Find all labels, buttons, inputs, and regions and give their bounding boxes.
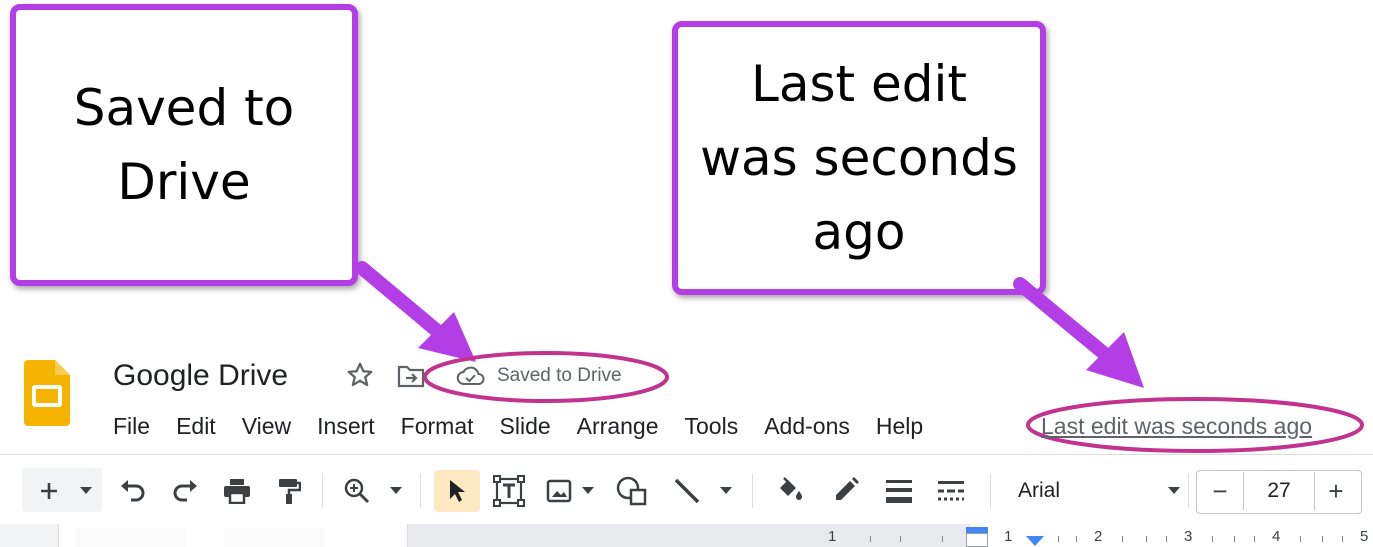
menu-help[interactable]: Help [863,410,936,442]
document-title[interactable]: Google Drive [113,359,288,393]
increase-font-size-button[interactable]: + [1314,472,1358,510]
ruler-tick [942,536,943,542]
toolbar-separator [1188,474,1189,508]
ruler-tick [1212,536,1213,542]
annotation-overlay [355,261,1364,453]
ruler-tick [1234,536,1235,542]
ruler-tick [1058,536,1059,542]
arrow-left [355,261,476,362]
undo-icon[interactable] [118,478,148,504]
font-family-value: Arial [1018,479,1061,502]
toolbar-separator [322,474,323,508]
menu-tools[interactable]: Tools [672,410,752,442]
ruler-tick [1342,536,1343,542]
ruler-number: 3 [1184,528,1193,545]
line-dropdown-icon[interactable] [718,484,734,498]
ruler-tick [1076,536,1077,542]
menu-arrange[interactable]: Arrange [564,410,672,442]
slides-logo-icon[interactable] [24,360,70,426]
font-family-select[interactable]: Arial [1004,470,1184,512]
ruler-tick [900,536,901,542]
toolbar-separator [990,474,991,508]
menu-add-ons[interactable]: Add-ons [751,410,863,442]
star-icon[interactable] [345,360,375,390]
ruler-number: 1 [1004,528,1013,545]
ruler-tick [1254,536,1255,542]
ruler-number: 4 [1272,528,1281,545]
border-weight-icon[interactable] [882,474,916,508]
first-line-indent-marker[interactable] [966,533,988,547]
ruler-tick [1300,536,1301,542]
last-edit-link[interactable]: Last edit was seconds ago [1041,410,1312,442]
menu-format[interactable]: Format [388,410,487,442]
menu-bar: File Edit View Insert Format Slide Arran… [100,410,936,442]
menu-edit[interactable]: Edit [163,410,229,442]
ruler-number: 1 [828,528,837,545]
ruler-tick [870,536,871,542]
shape-icon[interactable] [614,474,650,508]
decrease-font-size-button[interactable]: − [1198,472,1242,510]
ruler-tick [1166,536,1167,542]
zoom-icon[interactable] [342,476,372,506]
new-slide-icon[interactable] [36,478,62,504]
toolbar-separator [752,474,753,508]
tab-stop-icon[interactable] [1026,536,1044,547]
text-box-icon[interactable] [492,474,526,508]
font-size-input[interactable]: 27 [1243,472,1315,510]
menu-view[interactable]: View [229,410,304,442]
ruler-tick [1146,536,1147,542]
fill-color-icon[interactable] [772,474,806,508]
toolbar-divider [0,454,1373,455]
select-icon[interactable] [434,470,480,512]
image-dropdown-icon[interactable] [580,484,596,498]
menu-slide[interactable]: Slide [487,410,564,442]
ruler-tick [1322,536,1323,542]
line-icon[interactable] [670,474,704,508]
menu-insert[interactable]: Insert [304,410,388,442]
ruler-number: 2 [1094,528,1103,545]
zoom-dropdown-icon[interactable] [388,484,404,498]
image-icon[interactable] [544,478,574,504]
print-icon[interactable] [222,476,252,506]
ruler-number: 5 [1360,528,1369,545]
font-dropdown-icon [1168,487,1180,494]
saved-status: Saved to Drive [497,365,622,386]
cloud-done-icon [456,366,485,385]
move-to-folder-icon[interactable] [397,363,425,389]
ruler-tick [1122,536,1123,542]
border-color-icon[interactable] [830,474,862,508]
toolbar-separator [420,474,421,508]
border-dash-icon[interactable] [934,476,968,506]
slide-thumbnail[interactable] [224,528,324,547]
slide-thumbnail[interactable] [76,528,186,547]
arrow-right [1013,277,1144,388]
redo-icon[interactable] [170,478,200,504]
new-slide-dropdown-icon[interactable] [78,484,94,498]
menu-file[interactable]: File [100,410,163,442]
paint-format-icon[interactable] [276,476,302,506]
